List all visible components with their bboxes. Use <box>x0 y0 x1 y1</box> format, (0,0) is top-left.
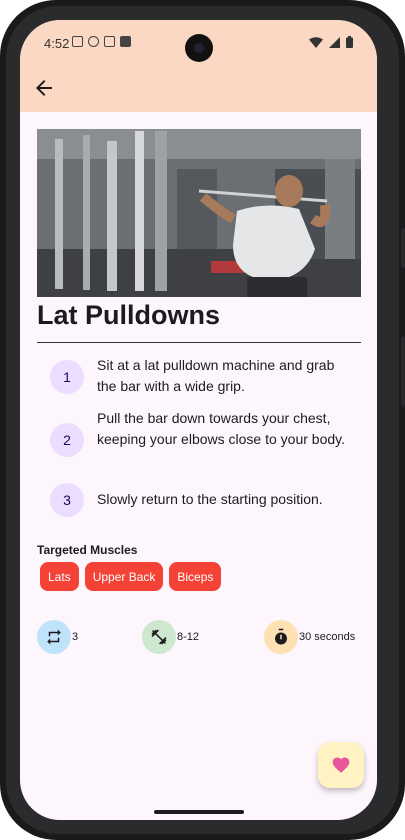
sets-value: 3 <box>72 631 79 643</box>
screen: 4:52 Lat Pulldowns 1 Sit at a lat pulldo… <box>20 20 377 820</box>
sd-card-icon <box>120 36 131 47</box>
step-text: Pull the bar down towards your chest, ke… <box>97 410 345 447</box>
rest-icon-badge <box>264 620 298 654</box>
battery-icon <box>346 36 353 48</box>
wifi-icon <box>309 36 323 48</box>
notification-icons <box>72 36 131 47</box>
favorite-button[interactable] <box>318 742 364 788</box>
step-item: 3 Slowly return to the starting position… <box>50 483 350 519</box>
signal-icon <box>329 36 340 48</box>
status-time: 4:52 <box>44 36 70 51</box>
reps-stat: 8-12 <box>142 620 199 654</box>
step-text: Slowly return to the starting position. <box>97 491 323 507</box>
muscle-chips: Lats Upper Back Biceps <box>40 562 222 591</box>
home-indicator[interactable] <box>154 810 244 814</box>
download-icon <box>104 36 115 47</box>
step-item: 1 Sit at a lat pulldown machine and grab… <box>50 357 350 400</box>
exercise-image <box>37 129 361 297</box>
muscle-chip[interactable]: Biceps <box>169 562 222 591</box>
reps-value: 8-12 <box>177 631 200 643</box>
repeat-icon <box>47 629 61 645</box>
rest-stat: 30 seconds <box>264 620 355 654</box>
sets-stat: 3 <box>37 620 78 654</box>
timer-icon <box>275 628 287 645</box>
gym-photo <box>37 129 361 297</box>
step-number: 2 <box>50 423 84 457</box>
camera-cutout <box>185 34 213 62</box>
status-bar: 4:52 <box>20 20 377 64</box>
system-icons <box>309 36 353 48</box>
muscle-chip[interactable]: Lats <box>40 562 79 591</box>
dumbbell-icon <box>151 629 167 645</box>
step-number: 3 <box>50 483 84 517</box>
heart-icon <box>332 757 350 773</box>
title-divider <box>37 342 361 343</box>
step-number: 1 <box>50 360 84 394</box>
notification-icon <box>72 36 83 47</box>
power-button <box>401 336 405 406</box>
shield-icon <box>88 36 99 47</box>
muscle-chip[interactable]: Upper Back <box>84 562 164 591</box>
reps-icon-badge <box>142 620 176 654</box>
arrow-back-icon <box>36 80 52 96</box>
step-text: Sit at a lat pulldown machine and grab t… <box>97 357 335 394</box>
volume-button <box>401 228 405 268</box>
targeted-muscles-label: Targeted Muscles <box>37 543 138 557</box>
exercise-title: Lat Pulldowns <box>37 300 221 330</box>
back-button[interactable] <box>32 76 56 100</box>
sets-icon-badge <box>37 620 71 654</box>
step-item: 2 Pull the bar down towards your chest, … <box>50 408 350 472</box>
rest-value: 30 seconds <box>299 631 356 643</box>
app-bar <box>20 64 377 112</box>
